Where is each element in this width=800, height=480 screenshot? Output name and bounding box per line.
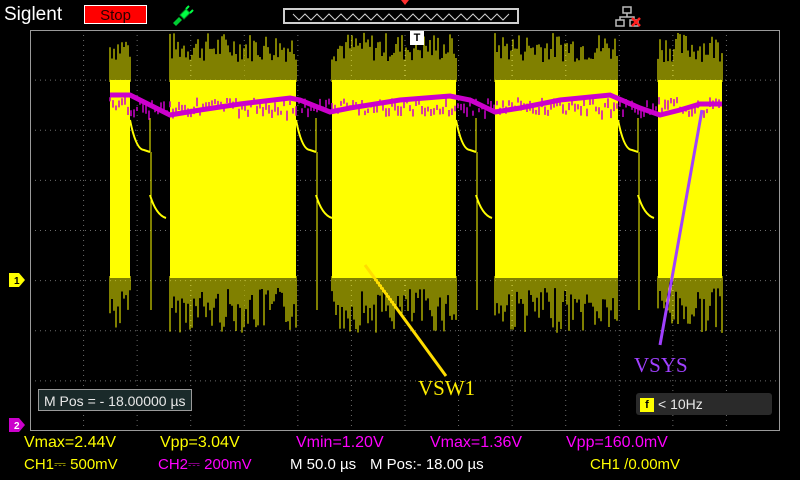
trigger-frequency-value: < 10Hz (658, 396, 703, 412)
ch1-decay-tail (129, 119, 151, 153)
ch1-decay-tail (617, 119, 639, 153)
ch1-scale[interactable]: CH1⎓ 500mV (24, 456, 118, 473)
ch1-edge (149, 118, 152, 310)
timebase[interactable]: M 50.0 µs (290, 456, 356, 473)
ch1-edge (315, 118, 318, 310)
ch1-vpp-measurement: Vpp=3.04V (160, 434, 240, 451)
ch1-edge (637, 118, 640, 310)
ch1-ring (315, 194, 333, 219)
trigger-status[interactable]: CH1 /0.00mV (590, 456, 680, 473)
ch1-decay-tail (295, 119, 317, 153)
ch1-ring (475, 194, 493, 219)
vsw1-annotation: VSW1 (418, 376, 476, 400)
trigger-frequency-icon: f (640, 398, 654, 413)
ch1-marker-label: 1 (14, 276, 20, 287)
ch1-level-marker[interactable]: 1 (9, 273, 25, 287)
ch1-decay-tail (455, 119, 477, 153)
trigger-frequency-readout: f < 10Hz (636, 393, 772, 415)
ch1-burst (110, 80, 130, 278)
ch2-vmin-measurement: Vmin=1.20V (296, 434, 384, 451)
mpos-readout-box: M Pos = - 18.00000 µs (38, 389, 192, 411)
ch1-ring (149, 194, 167, 219)
ch1-edge (475, 118, 478, 310)
ch2-vmax-measurement: Vmax=1.36V (430, 434, 523, 451)
ch1-vmax-measurement: Vmax=2.44V (24, 434, 117, 451)
ch2-marker-label: 2 (14, 421, 20, 432)
trigger-time-marker[interactable]: T (410, 31, 424, 45)
ch2-level-marker[interactable]: 2 (9, 418, 25, 432)
mpos-status[interactable]: M Pos:- 18.00 µs (370, 456, 484, 473)
ch1-ring (637, 194, 655, 219)
ch2-vpp-measurement: Vpp=160.0mV (566, 434, 668, 451)
vsys-annotation: VSYS (634, 353, 688, 377)
ch2-scale[interactable]: CH2⎓ 200mV (158, 456, 252, 473)
